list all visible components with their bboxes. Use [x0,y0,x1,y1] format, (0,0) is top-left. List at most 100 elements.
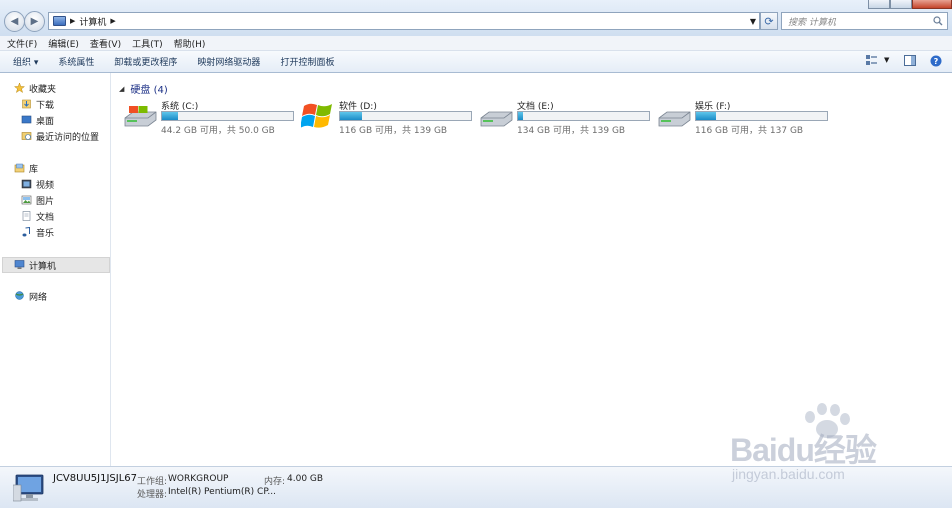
minimize-button[interactable] [868,0,890,9]
drive-c[interactable]: 系统 (C:) 44.2 GB 可用，共 50.0 GB [123,98,299,136]
drive-usage-bar [695,111,828,121]
nav-documents[interactable]: 文档 [21,209,54,223]
breadcrumb-separator-icon[interactable]: ▶ [110,17,115,25]
group-header-hard-disks[interactable]: ◢ 硬盘 (4) [119,81,168,97]
recent-places-icon [21,132,32,140]
libraries-icon [14,163,25,173]
music-icon [22,227,30,237]
navigation-pane: 收藏夹 下载 桌面 最近访问的位置 库 视频 图片 文档 音乐 计算机 网络 [0,73,111,466]
refresh-icon: ⟳ [764,14,774,28]
drive-e[interactable]: 文档 (E:) 134 GB 可用，共 139 GB [479,98,655,136]
menu-view[interactable]: 查看(V) [90,37,121,50]
hard-drive-icon [658,111,691,127]
nav-label: 文档 [36,212,55,223]
svg-text:?: ? [934,57,939,66]
computer-icon [13,474,44,502]
documents-icon [22,211,31,221]
search-input[interactable]: 搜索 计算机 [781,12,948,30]
organize-button[interactable]: 组织 ▾ [13,55,38,68]
drive-usage-fill [696,112,716,120]
drive-usage-fill [340,112,363,120]
map-network-drive-button[interactable]: 映射网络驱动器 [197,55,260,68]
drive-space-info: 44.2 GB 可用，共 50.0 GB [161,126,275,136]
window-controls [868,0,952,9]
nav-label: 音乐 [36,228,55,239]
baidu-watermark: Baidu经验 jingyan.baidu.com [730,403,905,488]
processor-label: 处理器: [137,490,168,500]
drive-usage-fill [162,112,178,120]
command-bar: 组织 ▾ 系统属性 卸载或更改程序 映射网络驱动器 打开控制面板 ▼ ? [0,51,952,73]
breadcrumb-computer[interactable]: 计算机 [79,15,106,28]
menu-bar: 文件(F) 编辑(E) 查看(V) 工具(T) 帮助(H) [0,36,952,51]
windows-logo-icon [301,103,332,128]
drive-space-info: 116 GB 可用，共 139 GB [339,126,448,136]
collapse-triangle-icon[interactable]: ◢ [119,85,124,93]
menu-file[interactable]: 文件(F) [7,37,37,50]
view-options-icon [866,55,877,65]
help-icon: ? [930,55,942,67]
drive-usage-bar [517,111,650,121]
menu-edit[interactable]: 编辑(E) [48,37,79,50]
nav-label: 收藏夹 [29,84,57,95]
menu-tools[interactable]: 工具(T) [132,37,163,50]
computer-name: JCV8UU5J1JSJL67 [53,473,137,484]
desktop-icon [21,115,32,124]
drive-usage-bar [161,111,294,121]
nav-computer[interactable]: 计算机 [2,257,110,273]
processor-value: Intel(R) Pentium(R) CP... [168,487,276,497]
drive-f[interactable]: 娱乐 (F:) 116 GB 可用，共 137 GB [657,98,833,136]
memory-label: 内存: [264,477,286,487]
help-button[interactable]: ? [930,55,942,67]
nav-network[interactable]: 网络 [14,289,47,303]
network-icon [15,291,24,300]
search-placeholder: 搜索 计算机 [788,17,836,28]
preview-pane-button[interactable] [904,55,916,66]
refresh-button[interactable]: ⟳ [760,12,778,30]
nav-pictures[interactable]: 图片 [21,193,54,207]
drive-d[interactable]: 软件 (D:) 116 GB 可用，共 139 GB [301,98,477,136]
memory-value: 4.00 GB [287,474,324,484]
nav-favorites[interactable]: 收藏夹 [14,81,56,95]
nav-downloads[interactable]: 下载 [21,97,54,111]
system-properties-button[interactable]: 系统属性 [58,55,94,68]
address-bar[interactable]: ▶ 计算机 ▶ ▼ [48,12,760,30]
downloads-folder-icon [22,99,31,109]
video-icon [21,179,32,189]
nav-label: 库 [29,164,39,175]
address-history-dropdown-icon[interactable]: ▼ [750,17,756,26]
nav-label: 下载 [36,100,55,111]
search-icon[interactable] [933,16,943,26]
pictures-icon [21,195,32,205]
hard-drive-icon [480,111,513,127]
system-drive-icon [124,106,157,127]
view-options-button[interactable]: ▼ [866,55,889,65]
forward-button[interactable]: ▶ [24,11,45,32]
forward-arrow-icon: ▶ [30,16,39,27]
maximize-button[interactable] [890,0,912,9]
close-button[interactable] [912,0,952,9]
group-title: 硬盘 (4) [130,85,168,96]
nav-videos[interactable]: 视频 [21,177,54,191]
nav-label: 视频 [36,180,55,191]
nav-label: 计算机 [29,261,57,272]
nav-desktop[interactable]: 桌面 [21,113,54,127]
back-button[interactable]: ◀ [4,11,25,32]
nav-recent-places[interactable]: 最近访问的位置 [21,129,99,143]
nav-libraries[interactable]: 库 [14,161,38,175]
menu-help[interactable]: 帮助(H) [174,37,206,50]
star-icon [14,83,25,93]
computer-icon [53,16,66,26]
open-control-panel-button[interactable]: 打开控制面板 [280,55,334,68]
nav-label: 桌面 [36,116,55,127]
workgroup-label: 工作组: [137,477,168,487]
computer-icon [14,260,25,269]
title-bar: ◀ ▶ ▶ 计算机 ▶ ▼ ⟳ 搜索 计算机 [0,0,952,36]
nav-label: 最近访问的位置 [36,132,100,143]
watermark-brand: Baidu经验 [730,432,877,468]
uninstall-program-button[interactable]: 卸载或更改程序 [114,55,177,68]
drive-space-info: 116 GB 可用，共 137 GB [695,126,804,136]
preview-pane-icon [904,55,916,66]
nav-music[interactable]: 音乐 [21,225,54,239]
drive-space-info: 134 GB 可用，共 139 GB [517,126,626,136]
back-arrow-icon: ◀ [10,16,19,27]
